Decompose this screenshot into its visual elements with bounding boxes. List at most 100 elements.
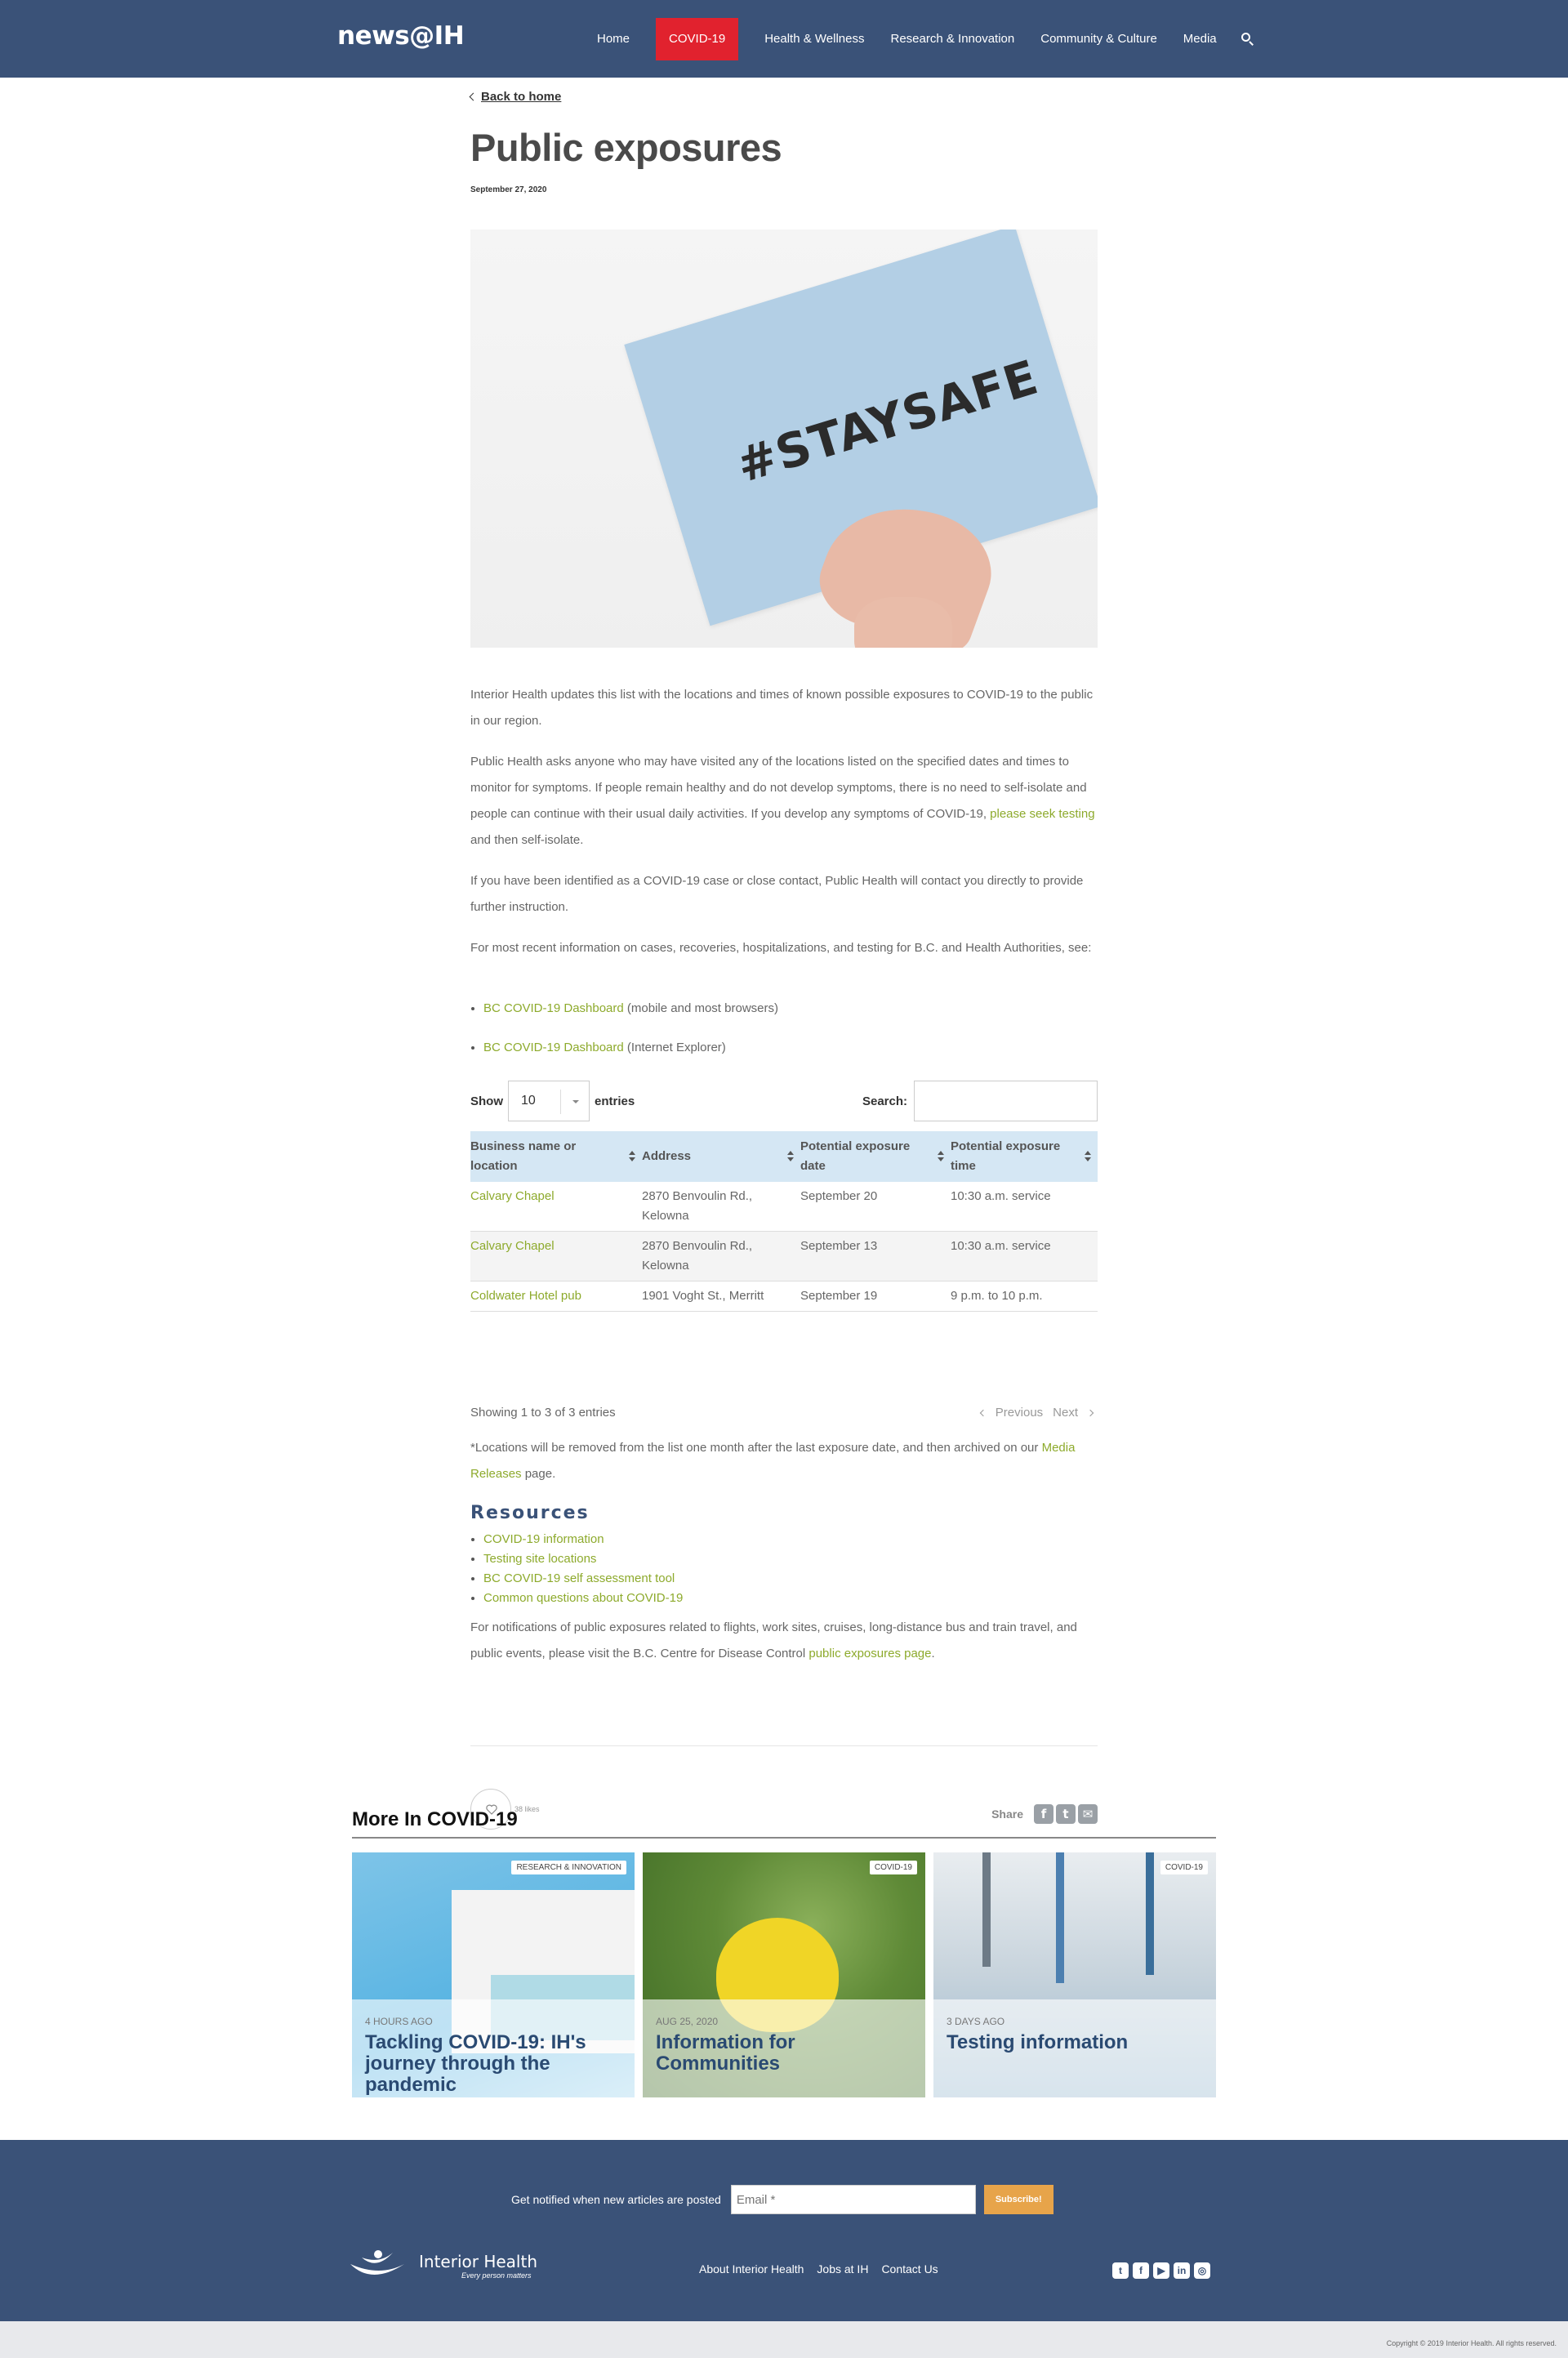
table-cell: Calvary Chapel	[470, 1182, 642, 1232]
card-timestamp: AUG 25, 2020	[656, 2016, 719, 2027]
nav-home[interactable]: Home	[584, 18, 643, 60]
exposures-table: Business name or location Address Potent…	[470, 1131, 1098, 1312]
facebook-icon[interactable]: f	[1034, 1804, 1054, 1824]
previous-button[interactable]: Previous	[996, 1406, 1043, 1420]
public-exposures-link[interactable]: public exposures page	[808, 1647, 931, 1660]
table-cell: September 20	[800, 1182, 951, 1232]
header-label: Address	[642, 1149, 692, 1163]
bccdc-paragraph: For notifications of public exposures re…	[470, 1615, 1098, 1667]
table-cell: 1901 Voght St., Merritt	[642, 1281, 800, 1312]
pagination: Previous Next	[976, 1406, 1098, 1420]
resources-heading: Resources	[470, 1503, 590, 1523]
category-badge[interactable]: COVID-19	[869, 1861, 917, 1874]
header-label: Business name or location	[470, 1139, 577, 1173]
pipette-shape	[982, 1852, 991, 1967]
twitter-icon[interactable]: t	[1056, 1804, 1076, 1824]
column-header-location[interactable]: Business name or location	[470, 1131, 642, 1182]
footer-link-about[interactable]: About Interior Health	[699, 2262, 804, 2276]
entries-select[interactable]: 10	[508, 1081, 590, 1121]
table-cell: 2870 Benvoulin Rd., Kelowna	[642, 1231, 800, 1282]
copyright-bar: Copyright © 2019 Interior Health. All ri…	[0, 2321, 1568, 2358]
back-to-home-link[interactable]: Back to home	[469, 90, 562, 104]
table-info: Showing 1 to 3 of 3 entries	[470, 1406, 616, 1420]
location-link[interactable]: Coldwater Hotel pub	[470, 1289, 581, 1303]
nav-covid-19[interactable]: COVID-19	[656, 17, 739, 60]
location-link[interactable]: Calvary Chapel	[470, 1239, 555, 1253]
list-item: BC COVID-19 Dashboard (mobile and most b…	[483, 989, 778, 1028]
nav-media[interactable]: Media	[1170, 18, 1230, 60]
nav-health-wellness[interactable]: Health & Wellness	[751, 18, 877, 60]
column-header-time[interactable]: Potential exposure time	[951, 1131, 1098, 1182]
symptoms-text-end: and then self-isolate.	[470, 833, 584, 847]
seek-testing-link[interactable]: please seek testing	[990, 807, 1094, 821]
sort-icon	[629, 1151, 635, 1162]
nav-community-culture[interactable]: Community & Culture	[1027, 18, 1170, 60]
table-cell: 10:30 a.m. service	[951, 1182, 1098, 1232]
table-search: Search:	[862, 1081, 1098, 1121]
contact-paragraph: If you have been identified as a COVID-1…	[470, 874, 1084, 914]
related-card[interactable]: COVID-19 3 DAYS AGO Testing information	[933, 1852, 1216, 2097]
subscribe-button[interactable]: Subscribe!	[983, 2185, 1054, 2214]
interior-health-logo[interactable]: Interior Health Every person matters	[347, 2246, 537, 2285]
related-card[interactable]: RESEARCH & INNOVATION 4 HOURS AGO Tackli…	[352, 1852, 635, 2097]
header-label: Potential exposure time	[951, 1139, 1061, 1173]
bccdc-text: For notifications of public exposures re…	[470, 1620, 1077, 1660]
org-text: Interior Health Every person matters	[412, 2252, 537, 2280]
email-icon[interactable]: ✉	[1078, 1804, 1098, 1824]
footer-link-jobs[interactable]: Jobs at IH	[817, 2262, 868, 2276]
resource-link[interactable]: COVID-19 information	[483, 1532, 604, 1546]
table-cell: September 13	[800, 1231, 951, 1282]
column-header-date[interactable]: Potential exposure date	[800, 1131, 951, 1182]
removal-text-end: page.	[521, 1467, 556, 1481]
nav-research-innovation[interactable]: Research & Innovation	[877, 18, 1027, 60]
back-label: Back to home	[481, 90, 562, 104]
dashboard-note: (mobile and most browsers)	[623, 1001, 778, 1015]
notify-label: Get notified when new articles are poste…	[511, 2193, 721, 2206]
twitter-icon[interactable]: t	[1112, 2262, 1129, 2279]
removal-text: *Locations will be removed from the list…	[470, 1441, 1042, 1455]
footer-links: About Interior Health Jobs at IH Contact…	[699, 2262, 951, 2276]
resource-link[interactable]: BC COVID-19 self assessment tool	[483, 1571, 675, 1585]
copyright-text: Copyright © 2019 Interior Health. All ri…	[1386, 2339, 1557, 2347]
resource-link[interactable]: Common questions about COVID-19	[483, 1591, 683, 1605]
card-title[interactable]: Tackling COVID-19: IH's journey through …	[365, 2032, 626, 2096]
location-link[interactable]: Calvary Chapel	[470, 1189, 555, 1203]
card-timestamp: 4 HOURS AGO	[365, 2016, 433, 2027]
related-card[interactable]: COVID-19 AUG 25, 2020 Information for Co…	[643, 1852, 925, 2097]
table-search-input[interactable]	[914, 1081, 1098, 1121]
card-title[interactable]: Information for Communities	[656, 2032, 917, 2075]
email-field[interactable]	[730, 2185, 976, 2214]
list-item: COVID-19 information	[483, 1530, 683, 1549]
column-header-address[interactable]: Address	[642, 1131, 800, 1182]
table-row: Calvary Chapel 2870 Benvoulin Rd., Kelow…	[470, 1231, 1098, 1282]
resource-link[interactable]: Testing site locations	[483, 1552, 596, 1566]
chevron-down-icon	[560, 1090, 589, 1114]
table-cell: Calvary Chapel	[470, 1231, 642, 1282]
entries-value: 10	[521, 1094, 536, 1108]
list-item: Common questions about COVID-19	[483, 1589, 683, 1608]
divider	[352, 1837, 1216, 1839]
category-badge[interactable]: RESEARCH & INNOVATION	[511, 1861, 626, 1874]
dashboard-link-ie[interactable]: BC COVID-19 Dashboard	[483, 1041, 624, 1054]
site-header: news@IH Home COVID-19 Health & Wellness …	[0, 0, 1568, 78]
card-timestamp: 3 DAYS AGO	[947, 2016, 1005, 2027]
linkedin-icon[interactable]: in	[1174, 2262, 1190, 2279]
facebook-icon[interactable]: f	[1133, 2262, 1149, 2279]
dashboard-link-mobile[interactable]: BC COVID-19 Dashboard	[483, 1001, 624, 1015]
resources-list: COVID-19 information Testing site locati…	[483, 1530, 683, 1608]
search-icon[interactable]	[1241, 32, 1254, 46]
table-cell: 9 p.m. to 10 p.m.	[951, 1281, 1098, 1312]
youtube-icon[interactable]: ▶	[1153, 2262, 1169, 2279]
footer-link-contact[interactable]: Contact Us	[881, 2262, 938, 2276]
sign-text: #STAYSAFE	[730, 349, 1045, 494]
more-heading: More In COVID-19	[352, 1808, 518, 1830]
divider	[470, 1745, 1098, 1746]
site-logo[interactable]: news@IH	[337, 21, 465, 51]
share-section: Share f t ✉	[991, 1804, 1098, 1824]
category-badge[interactable]: COVID-19	[1160, 1861, 1208, 1874]
chevron-left-icon	[979, 1409, 987, 1416]
wrist-shape	[854, 597, 952, 648]
next-button[interactable]: Next	[1053, 1406, 1078, 1420]
instagram-icon[interactable]: ◎	[1194, 2262, 1210, 2279]
card-title[interactable]: Testing information	[947, 2032, 1208, 2053]
